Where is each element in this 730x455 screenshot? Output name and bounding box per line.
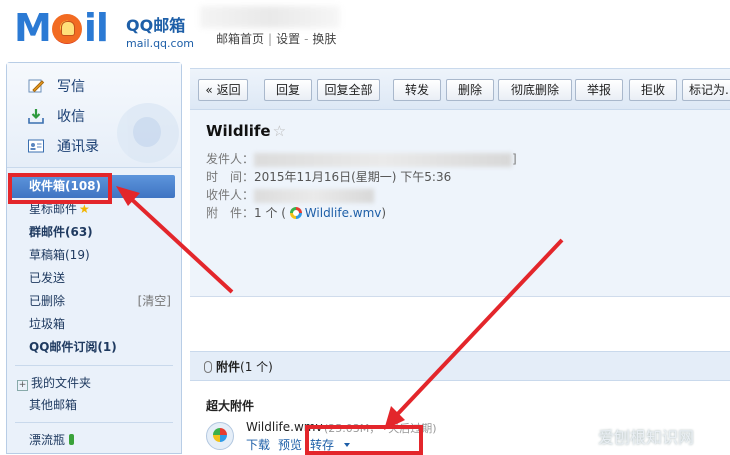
- attachment-count: 1 个 (: [254, 206, 286, 220]
- blurred-sender: [254, 152, 513, 167]
- penguin-decoration-icon: [117, 103, 179, 163]
- to-label: 收件人：: [206, 188, 255, 202]
- section-my-folders[interactable]: + 我的文件夹: [7, 372, 181, 394]
- subject-text: Wildlife: [206, 122, 271, 140]
- time-label: 时 间：: [206, 170, 255, 184]
- reject-button[interactable]: 拒收: [629, 79, 677, 101]
- top-links: 邮箱首页 | 设置 - 换肤: [216, 30, 336, 47]
- attachment-suffix: ): [381, 206, 387, 220]
- blurred-account-area: [200, 6, 340, 28]
- site-watermark: 爱刨根知识网: [598, 428, 695, 447]
- contacts-button[interactable]: 通讯录: [27, 135, 99, 157]
- section-drift-bottle[interactable]: 漂流瓶: [7, 429, 181, 451]
- brand-url: mail.qq.com: [126, 37, 195, 50]
- from-row: 发件人：]: [206, 150, 517, 167]
- attachments-title: 附件(1 个): [204, 358, 273, 375]
- mail-toolbar: « 返回 回复 回复全部 转发 删除 彻底删除 举报 拒收 标记为...: [190, 68, 730, 110]
- report-button[interactable]: 举报: [575, 79, 623, 101]
- folder-qq-subscription[interactable]: QQ邮件订阅(1): [7, 336, 181, 359]
- divider: [15, 422, 173, 423]
- contacts-card-icon: [27, 137, 45, 155]
- sidebar-actions: 写信 收信 通讯录: [7, 63, 181, 168]
- brand-title: QQ邮箱: [126, 16, 186, 35]
- app-header: M il QQ邮箱 mail.qq.com 邮箱首页 | 设置 - 换肤: [0, 0, 730, 60]
- folder-group-mail[interactable]: 群邮件(63): [7, 221, 181, 244]
- compose-label: 写信: [57, 79, 85, 95]
- folder-drafts[interactable]: 草稿箱(19): [7, 244, 181, 267]
- attachment-row: 附 件：1 个 ( Wildlife.wmv): [206, 204, 386, 221]
- attachments-label: 附件: [216, 360, 241, 374]
- star-toggle-icon[interactable]: ☆: [273, 122, 286, 140]
- logo-letter-m: M: [14, 6, 52, 50]
- time-value: 2015年11月16日(星期一) 下午5:36: [254, 170, 452, 184]
- delete-permanently-button[interactable]: 彻底删除: [498, 79, 572, 101]
- media-file-icon: [206, 422, 234, 450]
- attachments-bar: 附件(1 个): [190, 351, 730, 381]
- clear-deleted-link[interactable]: [清空]: [138, 290, 171, 313]
- mail-subject: Wildlife ☆: [206, 122, 286, 140]
- back-button[interactable]: « 返回: [198, 79, 248, 101]
- from-bracket: ]: [512, 152, 517, 166]
- to-row: 收件人：: [206, 186, 375, 203]
- bottle-icon: [69, 434, 75, 445]
- paperclip-icon: [204, 361, 212, 373]
- folder-starred-label: 星标邮件: [29, 202, 78, 216]
- time-row: 时 间：2015年11月16日(星期一) 下午5:36: [206, 168, 451, 185]
- receive-button[interactable]: 收信: [27, 105, 85, 127]
- folder-spam[interactable]: 垃圾箱: [7, 313, 181, 336]
- highlight-box-save-to: [305, 425, 423, 455]
- reply-all-button[interactable]: 回复全部: [317, 79, 380, 101]
- wmv-file-icon: [289, 207, 302, 219]
- qq-mail-logo[interactable]: M il: [14, 6, 109, 50]
- from-label: 发件人：: [206, 152, 255, 166]
- folder-sent[interactable]: 已发送: [7, 267, 181, 290]
- large-attachment-label: 超大附件: [206, 399, 255, 413]
- section-other-mailboxes[interactable]: 其他邮箱: [7, 394, 181, 416]
- brand: QQ邮箱 mail.qq.com: [126, 12, 194, 50]
- link-change-skin[interactable]: 换肤: [312, 32, 336, 46]
- blurred-recipient: [254, 188, 375, 203]
- separator: |: [268, 32, 273, 46]
- forward-button[interactable]: 转发: [393, 79, 441, 101]
- bell-logo-icon: [51, 14, 82, 44]
- section-drift-bottle-label: 漂流瓶: [29, 433, 66, 447]
- folder-deleted[interactable]: 已删除 [清空]: [7, 290, 181, 313]
- star-icon: ★: [79, 202, 90, 216]
- mark-as-button[interactable]: 标记为...: [682, 79, 730, 101]
- contacts-label: 通讯录: [57, 139, 99, 155]
- mail-view: « 返回 回复 回复全部 转发 删除 彻底删除 举报 拒收 标记为... Wil…: [190, 68, 730, 452]
- highlight-box-inbox: [8, 173, 112, 204]
- pen-icon: [27, 77, 45, 95]
- attachment-label: 附 件：: [206, 206, 255, 220]
- reply-button[interactable]: 回复: [264, 79, 312, 101]
- expand-icon[interactable]: +: [17, 380, 28, 391]
- sidebar: 写信 收信 通讯录 收件箱(108) 星标邮件 ★ 群邮件(63) 草稿箱(19)…: [6, 62, 182, 454]
- divider: [15, 365, 173, 366]
- link-mail-home[interactable]: 邮箱首页: [216, 32, 264, 46]
- compose-button[interactable]: 写信: [27, 75, 85, 97]
- link-settings[interactable]: 设置: [276, 32, 300, 46]
- attachment-file-link[interactable]: Wildlife.wmv: [305, 206, 382, 220]
- section-my-folders-label: 我的文件夹: [31, 376, 92, 390]
- receive-label: 收信: [57, 109, 85, 125]
- attachments-count: (1 个): [240, 360, 273, 374]
- separator: -: [304, 32, 309, 46]
- folder-list: 收件箱(108) 星标邮件 ★ 群邮件(63) 草稿箱(19) 已发送 已删除 [清…: [7, 175, 181, 451]
- logo-letters-il: il: [83, 6, 109, 50]
- inbox-download-icon: [27, 107, 45, 125]
- mail-header: Wildlife ☆ 发件人：] 时 间：2015年11月16日(星期一) 下午5…: [190, 110, 730, 297]
- folder-deleted-label: 已删除: [29, 294, 66, 308]
- delete-button[interactable]: 删除: [446, 79, 494, 101]
